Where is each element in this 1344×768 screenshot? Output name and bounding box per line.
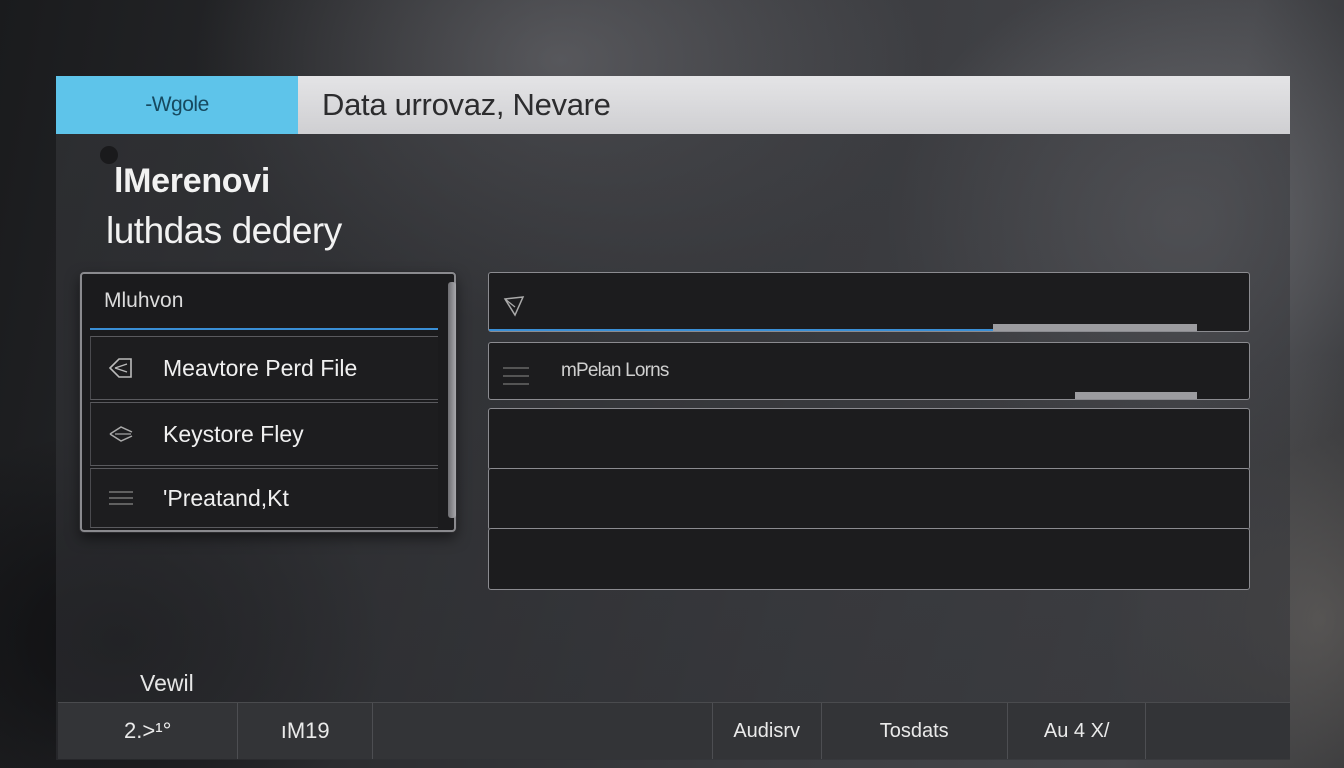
- progress-bar: [993, 324, 1197, 331]
- cursor-icon: [501, 293, 527, 324]
- focus-underline: [489, 329, 995, 331]
- page-subtitle: luthdas dedery: [106, 210, 342, 251]
- field-row[interactable]: mPelan Lorns: [488, 342, 1250, 400]
- footer-caption: Vewil: [140, 670, 194, 696]
- field-row[interactable]: [488, 528, 1250, 590]
- field-row[interactable]: [488, 468, 1250, 530]
- window-title: Data urrovaz, Nevare: [322, 87, 611, 122]
- field-row[interactable]: [488, 408, 1250, 470]
- menu-item-keystore[interactable]: Keystore Fley: [90, 402, 438, 466]
- menu-item-label: 'Preatand,Kt: [163, 484, 289, 511]
- menu-item-preatand[interactable]: 'Preatand,Kt: [90, 468, 438, 528]
- app-tab[interactable]: -Wgole: [56, 76, 298, 134]
- menu-item-perd-file[interactable]: Meavtore Perd File: [90, 336, 438, 400]
- list-icon: [501, 363, 531, 394]
- menu-item-label: Meavtore Perd File: [163, 354, 358, 381]
- status-cell[interactable]: 2.>¹°: [58, 703, 239, 759]
- field-row[interactable]: [488, 272, 1250, 332]
- page-title: lMerenovi: [114, 162, 271, 200]
- title-bar: -Wgole Data urrovaz, Nevare: [56, 76, 1290, 134]
- status-cell[interactable]: Au 4 X/: [1008, 703, 1147, 759]
- tag-icon: [91, 356, 151, 380]
- key-icon: [91, 424, 151, 444]
- list-icon: [91, 488, 151, 508]
- menu-item-label: Keystore Fley: [163, 420, 304, 447]
- menu-panel: Mluhvon Meavtore Perd File Keystore Fley…: [80, 272, 456, 532]
- progress-bar: [1075, 392, 1197, 399]
- status-cell[interactable]: Audisrv: [711, 703, 822, 759]
- status-cell[interactable]: Tosdats: [822, 703, 1008, 759]
- scrollbar[interactable]: [448, 282, 456, 518]
- field-text: mPelan Lorns: [561, 360, 669, 381]
- status-bar: 2.>¹° ıM19 Audisrv Tosdats Au 4 X/: [58, 702, 1290, 759]
- status-cell[interactable]: ıM19: [238, 703, 373, 759]
- menu-header[interactable]: Mluhvon: [90, 274, 438, 330]
